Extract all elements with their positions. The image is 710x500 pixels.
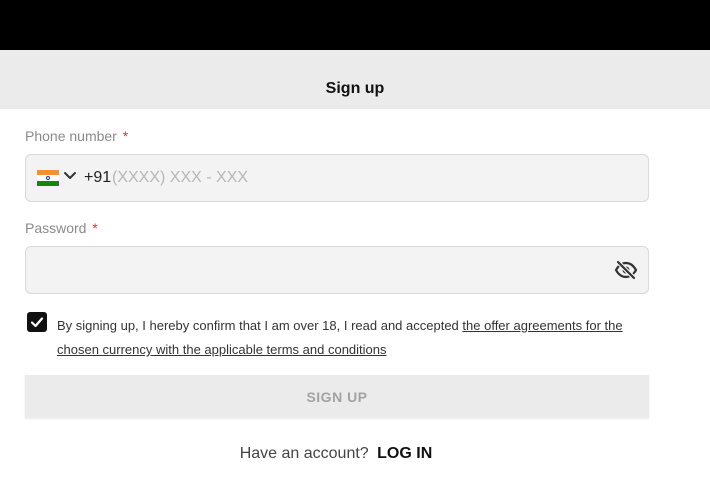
phone-field[interactable]: +91 [25, 154, 649, 202]
top-bar [0, 0, 710, 50]
terms-statement: By signing up, I hereby confirm that I a… [57, 318, 463, 333]
eye-slash-icon[interactable] [614, 259, 638, 281]
password-label: Password * [25, 220, 98, 236]
phone-input[interactable] [112, 165, 612, 191]
india-flag-icon[interactable] [37, 170, 59, 186]
page-title: Sign up [325, 79, 385, 97]
required-mark: * [92, 220, 98, 236]
log-in-link[interactable]: LOG IN [377, 445, 432, 462]
header: Sign up [0, 50, 710, 109]
phone-label: Phone number * [25, 128, 128, 144]
country-code: +91 [84, 169, 112, 186]
chevron-down-icon[interactable] [62, 168, 78, 184]
checkmark-icon [30, 317, 44, 328]
login-prompt: Have an account? LOG IN [0, 445, 672, 463]
password-input[interactable] [38, 257, 608, 283]
terms-checkbox[interactable] [27, 312, 47, 332]
phone-label-text: Phone number [25, 128, 117, 144]
terms-text: By signing up, I hereby confirm that I a… [57, 314, 657, 362]
have-account-text: Have an account? [239, 445, 369, 462]
required-mark: * [122, 128, 129, 144]
sign-up-button[interactable]: SIGN UP [25, 375, 649, 418]
password-field[interactable] [25, 246, 649, 294]
password-label-text: Password [25, 220, 87, 236]
